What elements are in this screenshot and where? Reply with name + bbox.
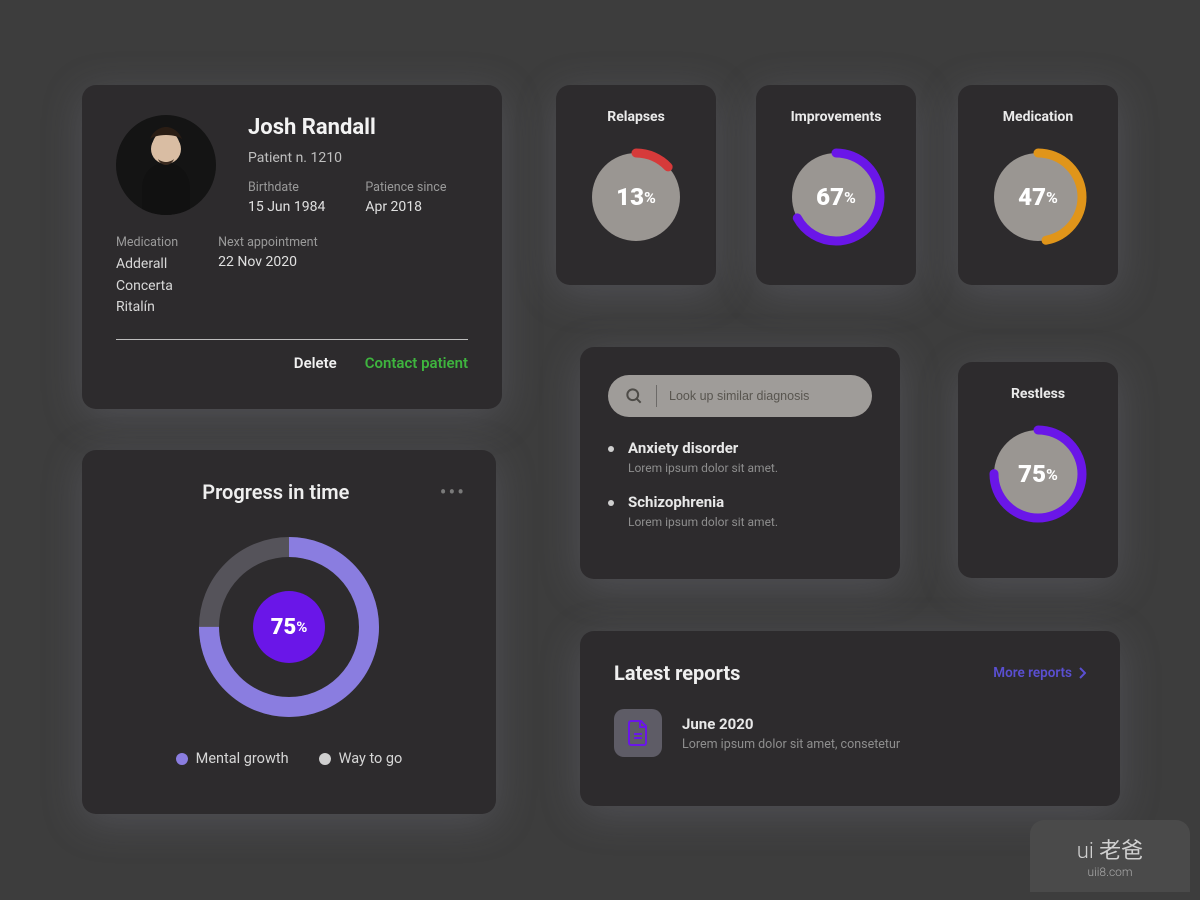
relapses-value: 13 xyxy=(616,183,644,211)
relapses-card: Relapses 13% xyxy=(556,85,716,285)
report-name: June 2020 xyxy=(682,715,900,733)
improvements-card: Improvements 67% xyxy=(756,85,916,285)
avatar xyxy=(116,115,216,215)
improvements-value: 67 xyxy=(816,183,844,211)
since-value: Apr 2018 xyxy=(365,199,446,215)
medication-item: Concerta xyxy=(116,276,178,298)
progress-card: Progress in time ••• 75% Mental growth W… xyxy=(82,450,496,814)
divider xyxy=(116,339,468,340)
medication-list: Adderall Concerta Ritalín xyxy=(116,254,178,319)
restless-value: 75 xyxy=(1018,460,1046,488)
medication-title: Medication xyxy=(1003,109,1073,125)
diagnosis-item[interactable]: Anxiety disorder Lorem ipsum dolor sit a… xyxy=(608,439,872,475)
medication-label: Medication xyxy=(116,235,178,250)
since-label: Patience since xyxy=(365,180,446,195)
search-icon xyxy=(624,386,644,406)
legend-way-to-go: Way to go xyxy=(319,750,403,767)
report-desc: Lorem ipsum dolor sit amet, consetetur xyxy=(682,737,900,752)
reports-title: Latest reports xyxy=(614,661,740,685)
restless-gauge: 75% xyxy=(988,424,1088,524)
patient-profile-card: Josh Randall Patient n. 1210 Birthdate 1… xyxy=(82,85,502,409)
report-item[interactable]: June 2020 Lorem ipsum dolor sit amet, co… xyxy=(614,709,1086,757)
diagnosis-card: Anxiety disorder Lorem ipsum dolor sit a… xyxy=(580,347,900,579)
diagnosis-desc: Lorem ipsum dolor sit amet. xyxy=(628,515,778,529)
relapses-gauge: 13% xyxy=(586,147,686,247)
relapses-title: Relapses xyxy=(607,109,665,125)
progress-value: 75 xyxy=(271,615,297,640)
bullet-icon xyxy=(608,446,614,452)
diagnosis-item[interactable]: Schizophrenia Lorem ipsum dolor sit amet… xyxy=(608,493,872,529)
contact-patient-button[interactable]: Contact patient xyxy=(365,354,468,372)
patient-name: Josh Randall xyxy=(248,115,468,140)
birthdate-label: Birthdate xyxy=(248,180,325,195)
medication-gauge: 47% xyxy=(988,147,1088,247)
reports-card: Latest reports More reports June 2020 Lo… xyxy=(580,631,1120,806)
restless-card: Restless 75% xyxy=(958,362,1118,578)
medication-value: 47 xyxy=(1018,183,1046,211)
birthdate-value: 15 Jun 1984 xyxy=(248,199,325,215)
patient-number: Patient n. 1210 xyxy=(248,150,468,166)
legend-mental-growth: Mental growth xyxy=(176,750,289,767)
more-reports-link[interactable]: More reports xyxy=(993,665,1086,681)
next-appointment-label: Next appointment xyxy=(218,235,318,250)
diagnosis-name: Anxiety disorder xyxy=(628,439,778,457)
diagnosis-desc: Lorem ipsum dolor sit amet. xyxy=(628,461,778,475)
medication-card: Medication 47% xyxy=(958,85,1118,285)
diagnosis-name: Schizophrenia xyxy=(628,493,778,511)
medication-item: Ritalín xyxy=(116,297,178,319)
more-options-icon[interactable]: ••• xyxy=(440,480,466,504)
delete-button[interactable]: Delete xyxy=(294,354,337,372)
document-icon xyxy=(614,709,662,757)
progress-gauge: 75% xyxy=(194,532,384,722)
diagnosis-search[interactable] xyxy=(608,375,872,417)
diagnosis-search-input[interactable] xyxy=(669,389,856,403)
medication-item: Adderall xyxy=(116,254,178,276)
progress-title: Progress in time xyxy=(112,480,440,504)
improvements-title: Improvements xyxy=(791,109,882,125)
next-appointment-value: 22 Nov 2020 xyxy=(218,254,318,270)
restless-title: Restless xyxy=(1011,386,1065,402)
bullet-icon xyxy=(608,500,614,506)
chevron-right-icon xyxy=(1078,667,1086,679)
improvements-gauge: 67% xyxy=(786,147,886,247)
watermark: ui 老爸 uii8.com xyxy=(1030,820,1190,892)
